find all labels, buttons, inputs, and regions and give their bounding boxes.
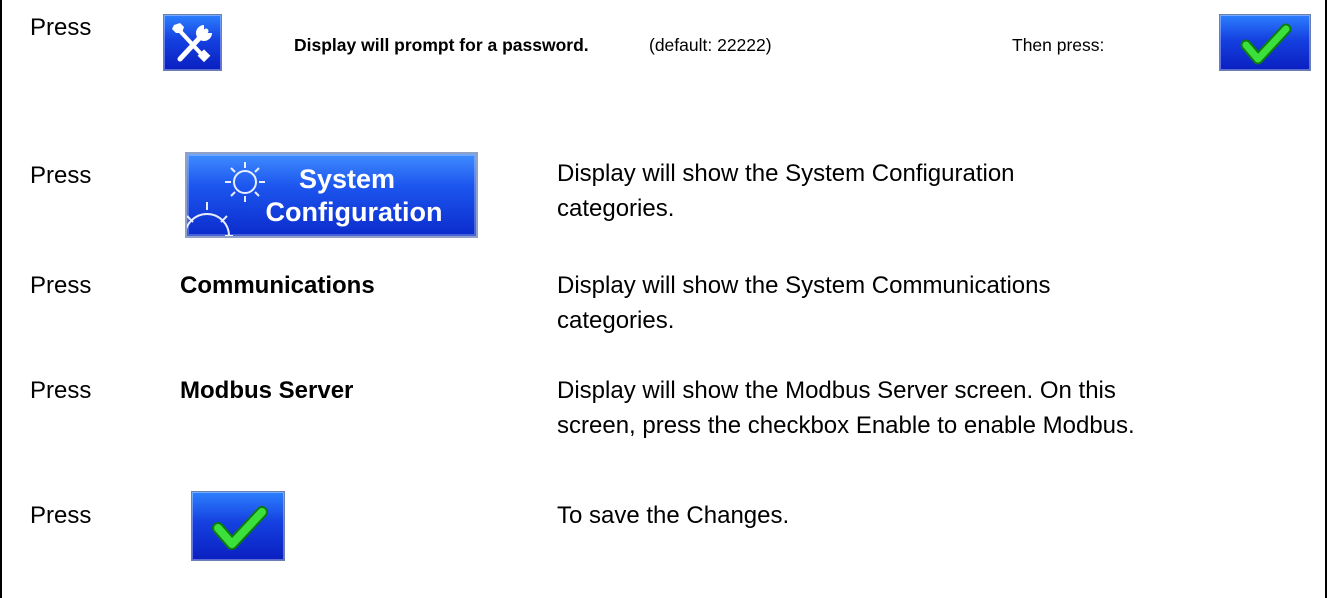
password-default-text: (default: 22222) <box>649 35 772 55</box>
system-configuration-desc-line1: Display will show the System Configurati… <box>557 160 1015 187</box>
communications-desc-line1: Display will show the System Communicati… <box>557 272 1051 299</box>
modbus-server-item[interactable]: Modbus Server <box>180 377 353 405</box>
press-label-2: Press <box>30 162 92 189</box>
confirm-button-1[interactable] <box>1219 14 1311 71</box>
press-label-1: Press <box>30 14 92 41</box>
tools-icon <box>172 23 212 63</box>
system-configuration-label-line1: System <box>298 164 396 194</box>
save-button[interactable] <box>191 491 285 561</box>
communications-desc-line2: categories. <box>557 307 675 334</box>
then-press-text: Then press: <box>1012 35 1105 55</box>
modbus-server-desc-line2: screen, press the checkbox Enable to ena… <box>557 412 1135 439</box>
save-desc: To save the Changes. <box>557 502 790 529</box>
tools-button[interactable] <box>163 14 222 71</box>
password-prompt-text: Display will prompt for a password. <box>294 35 589 55</box>
communications-item[interactable]: Communications <box>180 272 375 300</box>
checkmark-icon <box>1240 23 1292 65</box>
press-label-3: Press <box>30 272 92 299</box>
system-configuration-desc-line2: categories. <box>557 195 675 222</box>
modbus-server-desc-line1: Display will show the Modbus Server scre… <box>557 377 1116 404</box>
system-configuration-label-line2: Configuration <box>265 197 443 227</box>
checkmark-icon <box>212 506 268 550</box>
system-configuration-button[interactable]: System Configuration <box>185 152 478 238</box>
press-label-4: Press <box>30 377 92 404</box>
press-label-5: Press <box>30 502 92 529</box>
